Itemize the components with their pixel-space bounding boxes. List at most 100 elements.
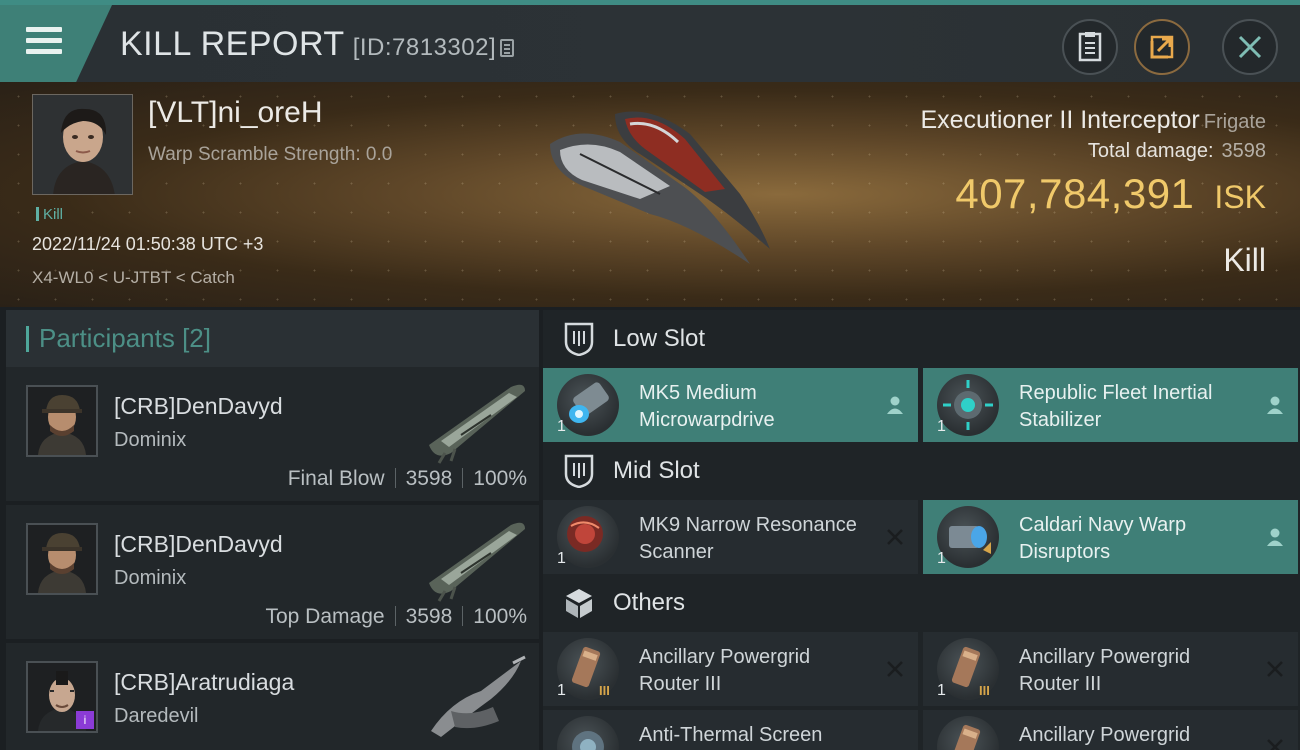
- participant-name[interactable]: [CRB]Aratrudiaga: [114, 669, 294, 696]
- participant-name[interactable]: [CRB]DenDavyd: [114, 393, 283, 420]
- person-icon: [1267, 528, 1283, 546]
- close-icon: [1238, 35, 1262, 59]
- participant-percent: 100%: [473, 467, 527, 490]
- box-icon: [566, 589, 592, 618]
- close-button[interactable]: [1222, 19, 1278, 75]
- participant-percent: 100%: [473, 605, 527, 628]
- isk-value: 407,784,391 ISK: [955, 170, 1266, 218]
- x-mark-icon: [887, 529, 903, 545]
- copy-icon[interactable]: [500, 39, 515, 57]
- avatar[interactable]: [26, 523, 98, 595]
- total-damage-label: Total damage:: [1087, 140, 1214, 162]
- share-icon: [1150, 35, 1174, 59]
- kill-result: Kill: [1223, 242, 1266, 278]
- module-quantity: 1: [557, 550, 566, 567]
- module-item[interactable]: Anti-Thermal Screen: [543, 710, 918, 750]
- low-slot-label: Low Slot: [613, 325, 706, 352]
- participants-title: Participants [2]: [39, 323, 211, 354]
- module-quantity: 1: [557, 418, 566, 435]
- warp-disruptor-icon: [937, 506, 999, 568]
- victim-ship-image[interactable]: [520, 94, 780, 274]
- participant-ship: Daredevil: [114, 705, 199, 727]
- module-name: Ancillary Powergrid Router III: [639, 646, 811, 695]
- ship-class: Frigate: [1203, 111, 1266, 133]
- participant-damage: 3598: [405, 605, 453, 628]
- portrait-image: [28, 525, 96, 593]
- kill-location[interactable]: X4-WL0 < U-JTBT < Catch: [32, 268, 235, 288]
- fitting-panel: Low Slot 1 MK5 Medium Microwarpdrive 1 R…: [543, 310, 1300, 750]
- shield-icon: [564, 454, 594, 488]
- participant-name[interactable]: [CRB]DenDavyd: [114, 531, 283, 558]
- module-item[interactable]: III 1 Ancillary Powergrid Router III: [923, 632, 1298, 706]
- module-name: Ancillary Powergrid: [1019, 724, 1191, 746]
- tier-badge: III: [599, 683, 610, 698]
- report-id-text: [ID:7813302]: [352, 34, 497, 61]
- divider: [462, 468, 464, 488]
- total-damage-value: 3598: [1221, 140, 1267, 162]
- participant-card[interactable]: [CRB]DenDavyd Dominix Top Damage 3598 100%: [6, 505, 539, 639]
- portrait-image: [28, 387, 96, 455]
- total-damage: Total damage: 3598: [1088, 140, 1266, 163]
- menu-button[interactable]: [0, 5, 112, 82]
- participant-ship-image: [431, 655, 526, 737]
- inertial-stabilizer-icon: [937, 374, 999, 436]
- victim-name[interactable]: [VLT]ni_oreH: [148, 96, 323, 130]
- module-item[interactable]: 1 MK5 Medium Microwarpdrive: [543, 368, 918, 442]
- module-quantity: 1: [937, 682, 946, 699]
- shield-icon: [564, 322, 594, 356]
- others-label: Others: [613, 589, 686, 616]
- divider: [394, 606, 396, 626]
- victim-ship-name[interactable]: Executioner II Interceptor Frigate: [920, 106, 1266, 135]
- share-button[interactable]: [1134, 19, 1190, 75]
- divider: [394, 468, 396, 488]
- module-item[interactable]: III 1 Ancillary Powergrid Router III: [543, 632, 918, 706]
- thermal-screen-icon: [557, 716, 619, 750]
- participant-stats: Top Damage 3598 100%: [265, 605, 527, 629]
- participant-card[interactable]: i [CRB]Aratrudiaga Daredevil: [6, 643, 539, 750]
- module-item[interactable]: Ancillary Powergrid: [923, 710, 1298, 750]
- isk-amount: 407,784,391: [955, 170, 1195, 217]
- scanner-icon: [557, 506, 619, 568]
- avatar[interactable]: [26, 385, 98, 457]
- participants-count: [2]: [182, 323, 211, 353]
- module-quantity: 1: [557, 682, 566, 699]
- page-title: KILL REPORT [ID:7813302]: [120, 25, 515, 64]
- participant-role: Final Blow: [287, 467, 385, 490]
- warp-scramble-strength: Warp Scramble Strength: 0.0: [148, 144, 393, 165]
- kill-tag: Kill: [36, 206, 63, 223]
- low-slot-header: Low Slot: [543, 310, 1300, 368]
- participants-header: Participants [2]: [6, 310, 539, 367]
- header-accent: [26, 325, 29, 352]
- participant-ship-image: [429, 384, 525, 464]
- module-quantity: 1: [937, 418, 946, 435]
- participant-ship-image: [429, 522, 525, 602]
- powergrid-router-icon: [937, 716, 999, 750]
- clipboard-icon: [1078, 32, 1102, 62]
- x-mark-icon: [887, 661, 903, 677]
- module-item[interactable]: 1 MK9 Narrow Resonance Scanner: [543, 500, 918, 574]
- mid-slot-label: Mid Slot: [613, 457, 700, 484]
- report-button[interactable]: [1062, 19, 1118, 75]
- victim-summary: [VLT]ni_oreH Warp Scramble Strength: 0.0…: [0, 82, 1300, 307]
- participant-card[interactable]: [CRB]DenDavyd Dominix Final Blow 3598 100%: [6, 367, 539, 501]
- module-name: Anti-Thermal Screen: [639, 724, 823, 746]
- victim-avatar[interactable]: [32, 94, 133, 195]
- person-icon: [887, 396, 903, 414]
- report-id: [ID:7813302]: [352, 34, 515, 61]
- module-item[interactable]: 1 Caldari Navy Warp Disruptors: [923, 500, 1298, 574]
- page-title-text: KILL REPORT: [120, 25, 345, 63]
- module-item[interactable]: 1 Republic Fleet Inertial Stabilizer: [923, 368, 1298, 442]
- others-header: Others: [543, 574, 1300, 632]
- avatar[interactable]: i: [26, 661, 98, 733]
- info-badge: i: [76, 711, 94, 729]
- module-quantity: 1: [937, 550, 946, 567]
- hamburger-menu-icon: [26, 27, 62, 60]
- module-name: MK5 Medium Microwarpdrive: [639, 382, 775, 431]
- header-bar: KILL REPORT [ID:7813302]: [0, 0, 1300, 82]
- participants-label: Participants: [39, 323, 175, 353]
- microwarpdrive-icon: [557, 374, 619, 436]
- participant-role: Top Damage: [265, 605, 385, 628]
- isk-unit: ISK: [1214, 179, 1266, 215]
- participant-ship: Dominix: [114, 567, 187, 589]
- divider: [462, 606, 464, 626]
